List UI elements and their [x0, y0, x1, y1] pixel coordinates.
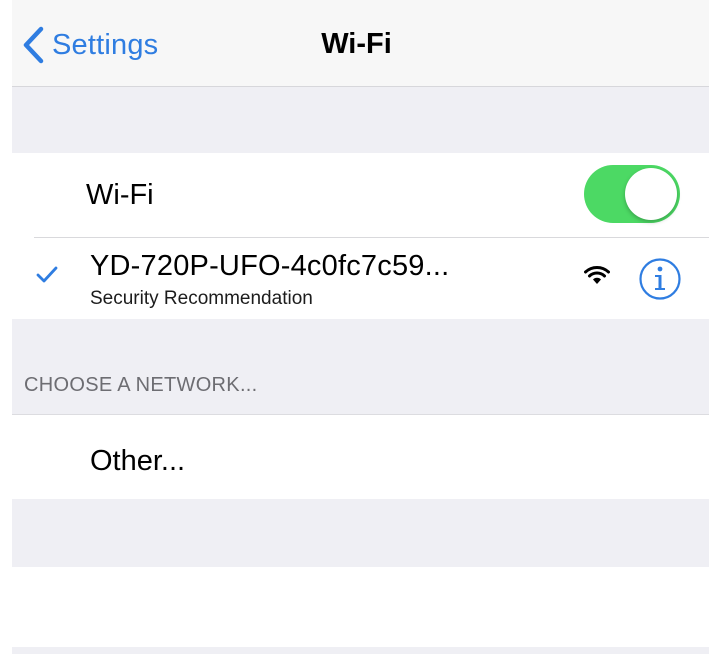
- wifi-toggle-row: Wi-Fi: [12, 153, 709, 237]
- section-gap: [12, 87, 709, 153]
- section-gap: [12, 499, 709, 567]
- wifi-group: Wi-Fi YD-720P-UFO-4c0fc7c59... Security …: [12, 153, 709, 319]
- other-network-label: Other...: [90, 445, 186, 477]
- network-name: YD-720P-UFO-4c0fc7c59...: [90, 250, 450, 282]
- section-gap: [12, 319, 709, 414]
- wifi-toggle-label: Wi-Fi: [86, 179, 154, 211]
- wifi-toggle-switch[interactable]: [584, 165, 680, 223]
- wifi-signal-icon: [584, 264, 610, 291]
- toggle-knob: [625, 168, 677, 220]
- other-network-row[interactable]: Other...: [12, 415, 709, 499]
- checkmark-icon: [36, 266, 58, 289]
- wifi-settings-screen: Settings Wi-Fi Wi-Fi YD-720P-UFO-4c0fc7c…: [0, 0, 709, 654]
- networks-group: Other...: [12, 415, 709, 499]
- section-header: CHOOSE A NETWORK...: [24, 374, 258, 396]
- info-icon[interactable]: [638, 257, 682, 306]
- section-gap: [12, 647, 709, 654]
- page-title: Wi-Fi: [321, 28, 392, 60]
- navigation-bar: Settings Wi-Fi: [12, 0, 709, 87]
- connected-network-row[interactable]: YD-720P-UFO-4c0fc7c59... Security Recomm…: [12, 238, 709, 318]
- empty-group: [12, 567, 709, 647]
- network-subtitle: Security Recommendation: [90, 288, 313, 309]
